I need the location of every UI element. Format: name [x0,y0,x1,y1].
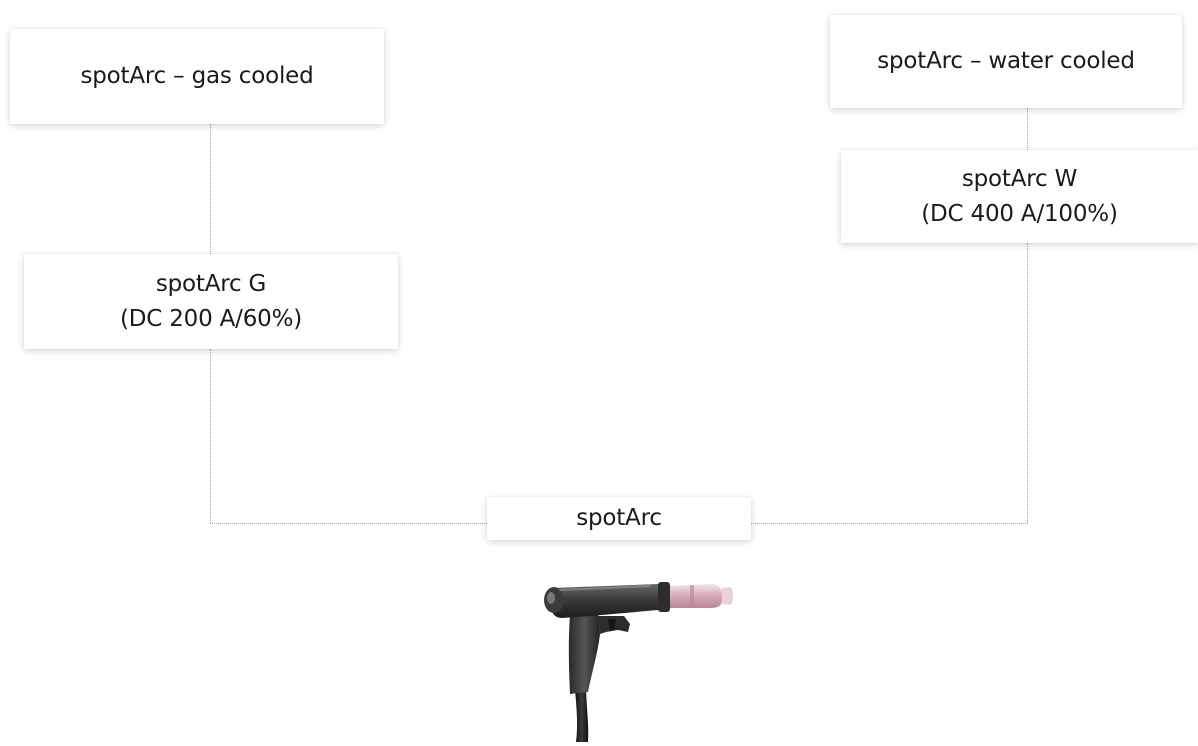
connector-left-to-root [210,523,487,524]
model-spec-spotarc-g: (DC 200 A/60%) [119,305,303,332]
group-box-gas-cooled: spotArc – gas cooled [10,29,384,124]
model-box-spotarc-g: spotArc G (DC 200 A/60%) [24,254,398,349]
model-name-spotarc-w: spotArc W [961,165,1078,192]
connector-water-to-w [1027,108,1028,150]
model-name-spotarc-g: spotArc G [155,270,267,297]
connector-w-down [1027,243,1028,523]
group-label-gas-cooled: spotArc – gas cooled [80,63,314,89]
connector-g-down [210,349,211,523]
model-box-spotarc-w: spotArc W (DC 400 A/100%) [841,150,1198,243]
model-spec-spotarc-w: (DC 400 A/100%) [921,200,1118,227]
connector-right-to-root [751,523,1028,524]
group-label-water-cooled: spotArc – water cooled [877,48,1135,74]
root-label-spotarc: spotArc [576,505,662,531]
welding-torch-icon [540,572,740,742]
group-box-water-cooled: spotArc – water cooled [830,15,1182,108]
root-box-spotarc: spotArc [487,497,751,540]
connector-gas-to-g [210,124,211,254]
